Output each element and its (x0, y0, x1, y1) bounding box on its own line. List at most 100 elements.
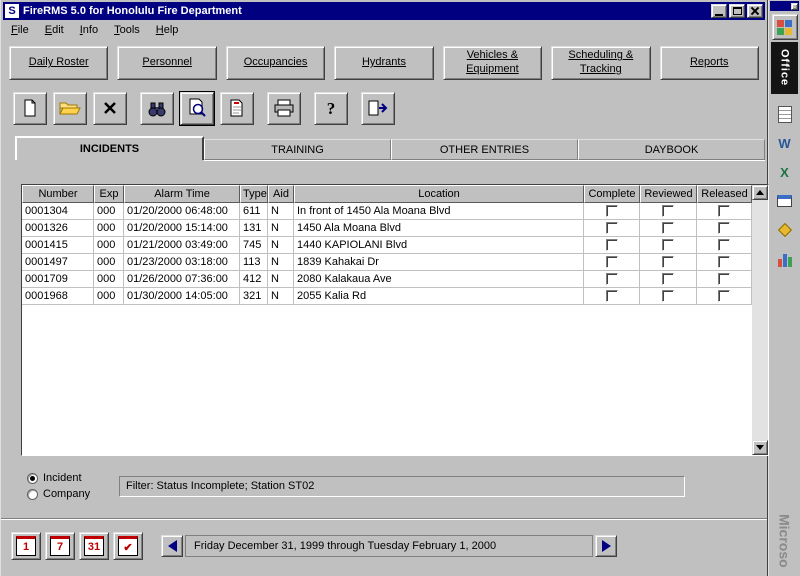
calendar-select-button[interactable]: ✔ (113, 532, 143, 560)
cell-released (697, 271, 752, 288)
app-window-button[interactable] (773, 189, 797, 213)
vertical-scrollbar[interactable] (752, 185, 768, 455)
col-type[interactable]: Type (240, 185, 268, 203)
cell-exp: 000 (94, 288, 124, 305)
find-button[interactable] (140, 92, 174, 125)
reviewed-checkbox[interactable] (662, 222, 674, 234)
tab-training[interactable]: TRAINING (204, 139, 391, 160)
week-view-button[interactable]: 7 (45, 532, 75, 560)
col-aid[interactable]: Aid (268, 185, 294, 203)
print-button[interactable] (267, 92, 301, 125)
cell-aid: N (268, 220, 294, 237)
reviewed-checkbox[interactable] (662, 290, 674, 302)
col-exp[interactable]: Exp (94, 185, 124, 203)
new-document-button[interactable] (13, 92, 47, 125)
table-row[interactable]: 0001415 000 01/21/2000 03:49:00 745 N 14… (22, 237, 752, 254)
tab-other-entries[interactable]: OTHER ENTRIES (391, 139, 578, 160)
table-row[interactable]: 0001709 000 01/26/2000 07:36:00 412 N 20… (22, 271, 752, 288)
col-released[interactable]: Released (697, 185, 752, 203)
cell-type: 321 (240, 288, 268, 305)
maximize-button[interactable] (729, 4, 745, 18)
complete-checkbox[interactable] (606, 290, 618, 302)
reviewed-checkbox[interactable] (662, 205, 674, 217)
arrow-down-icon (756, 445, 764, 450)
filter-status-box: Filter: Status Incomplete; Station ST02 (119, 476, 685, 497)
col-complete[interactable]: Complete (584, 185, 640, 203)
released-checkbox[interactable] (718, 222, 730, 234)
released-checkbox[interactable] (718, 273, 730, 285)
col-alarm-time[interactable]: Alarm Time (124, 185, 240, 203)
personnel-button[interactable]: Personnel (117, 46, 216, 80)
close-button[interactable] (747, 4, 763, 18)
menu-edit[interactable]: Edit (37, 22, 72, 38)
vehicles-equipment-button[interactable]: Vehicles & Equipment (443, 46, 542, 80)
word-button[interactable] (773, 131, 797, 155)
col-number[interactable]: Number (22, 185, 94, 203)
incident-radio-row[interactable]: Incident (27, 470, 111, 486)
binoculars-icon (147, 100, 167, 117)
complete-checkbox[interactable] (606, 273, 618, 285)
table-row[interactable]: 0001497 000 01/23/2000 03:18:00 113 N 18… (22, 254, 752, 271)
day-view-button[interactable]: 1 (11, 532, 41, 560)
office-label-area[interactable]: Office (771, 42, 798, 94)
tab-incidents[interactable]: INCIDENTS (15, 136, 204, 160)
scrollbar-track[interactable] (752, 200, 768, 440)
delete-button[interactable] (93, 92, 127, 125)
chart-app-button[interactable] (773, 247, 797, 271)
previous-range-button[interactable] (161, 535, 183, 557)
table-row[interactable]: 0001326 000 01/20/2000 15:14:00 131 N 14… (22, 220, 752, 237)
scroll-down-button[interactable] (752, 440, 768, 455)
scroll-up-button[interactable] (752, 185, 768, 200)
titlebar: S FireRMS 5.0 for Honolulu Fire Departme… (3, 2, 765, 20)
bottom-divider (1, 518, 767, 520)
company-radio-row[interactable]: Company (27, 486, 111, 502)
reports-button[interactable]: Reports (660, 46, 759, 80)
complete-checkbox[interactable] (606, 239, 618, 251)
cell-released (697, 203, 752, 220)
incident-radio[interactable] (27, 473, 38, 484)
help-button[interactable]: ? (314, 92, 348, 125)
col-location[interactable]: Location (294, 185, 584, 203)
menu-help[interactable]: Help (148, 22, 187, 38)
complete-checkbox[interactable] (606, 222, 618, 234)
released-checkbox[interactable] (718, 256, 730, 268)
complete-checkbox[interactable] (606, 205, 618, 217)
cell-complete (584, 288, 640, 305)
reviewed-checkbox[interactable] (662, 239, 674, 251)
hydrants-button[interactable]: Hydrants (334, 46, 433, 80)
open-button[interactable] (53, 92, 87, 125)
released-checkbox[interactable] (718, 290, 730, 302)
released-checkbox[interactable] (718, 239, 730, 251)
released-checkbox[interactable] (718, 205, 730, 217)
arrow-right-icon (602, 540, 611, 552)
complete-checkbox[interactable] (606, 256, 618, 268)
tab-daybook[interactable]: DAYBOOK (578, 139, 765, 160)
reviewed-checkbox[interactable] (662, 273, 674, 285)
next-range-button[interactable] (595, 535, 617, 557)
office-bar-titlebar (770, 1, 799, 11)
excel-button[interactable] (773, 160, 797, 184)
report-page-button[interactable] (220, 92, 254, 125)
exit-button[interactable] (361, 92, 395, 125)
cell-alarm-time: 01/30/2000 14:05:00 (124, 288, 240, 305)
daily-roster-button[interactable]: Daily Roster (9, 46, 108, 80)
minimize-button[interactable] (711, 4, 727, 18)
cell-reviewed (640, 220, 697, 237)
access-key-button[interactable] (773, 218, 797, 242)
scheduling-tracking-button[interactable]: Scheduling & Tracking (551, 46, 650, 80)
table-row[interactable]: 0001304 000 01/20/2000 06:48:00 611 N In… (22, 203, 752, 220)
menu-info[interactable]: Info (72, 22, 106, 38)
office-logo-button[interactable] (772, 14, 798, 40)
company-radio[interactable] (27, 489, 38, 500)
menu-tools[interactable]: Tools (106, 22, 148, 38)
menu-file[interactable]: File (3, 22, 37, 38)
preview-button[interactable] (180, 92, 214, 125)
col-reviewed[interactable]: Reviewed (640, 185, 697, 203)
reviewed-checkbox[interactable] (662, 256, 674, 268)
office-logo-icon (777, 20, 792, 35)
table-row[interactable]: 0001968 000 01/30/2000 14:05:00 321 N 20… (22, 288, 752, 305)
office-bar-menu-button[interactable] (791, 3, 798, 10)
office-new-document-button[interactable] (773, 102, 797, 126)
occupancies-button[interactable]: Occupancies (226, 46, 325, 80)
month-view-button[interactable]: 31 (79, 532, 109, 560)
